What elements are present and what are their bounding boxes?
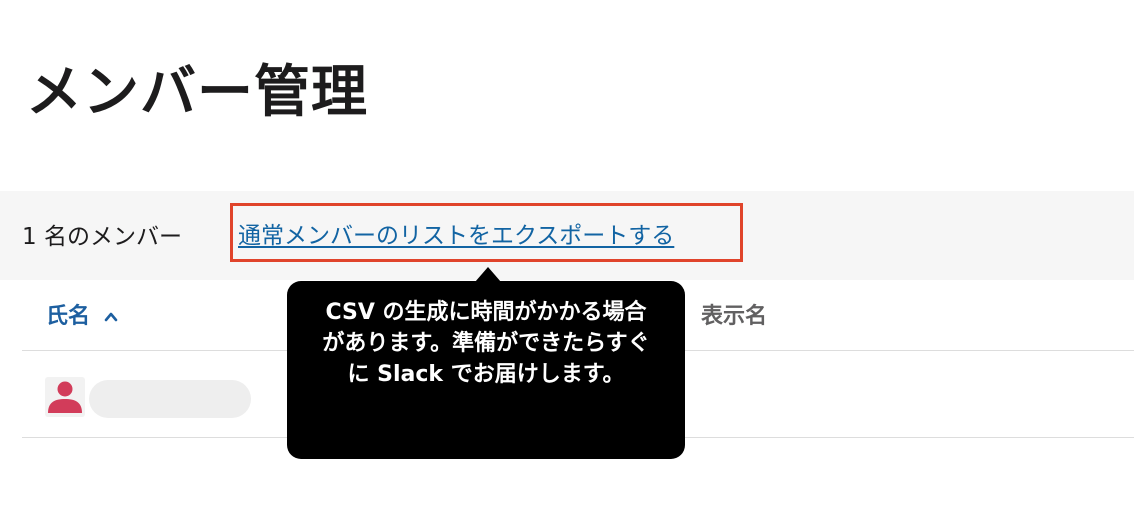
member-count: 1 名のメンバー: [22, 224, 182, 250]
avatar[interactable]: [45, 377, 85, 417]
export-tooltip: CSV の生成に時間がかかる場合があります。準備ができたらすぐに Slack で…: [287, 281, 685, 459]
person-icon: [48, 381, 82, 413]
chevron-up-icon: [104, 312, 118, 322]
page-title: メンバー管理: [26, 60, 368, 125]
column-header-name[interactable]: 氏名: [46, 302, 118, 332]
export-members-link[interactable]: 通常メンバーのリストをエクスポートする: [238, 220, 674, 252]
tooltip-arrow: [475, 267, 501, 282]
column-header-display-name[interactable]: 表示名: [701, 302, 767, 332]
column-header-name-label: 氏名: [46, 304, 91, 329]
redacted-member-name: [89, 380, 251, 418]
